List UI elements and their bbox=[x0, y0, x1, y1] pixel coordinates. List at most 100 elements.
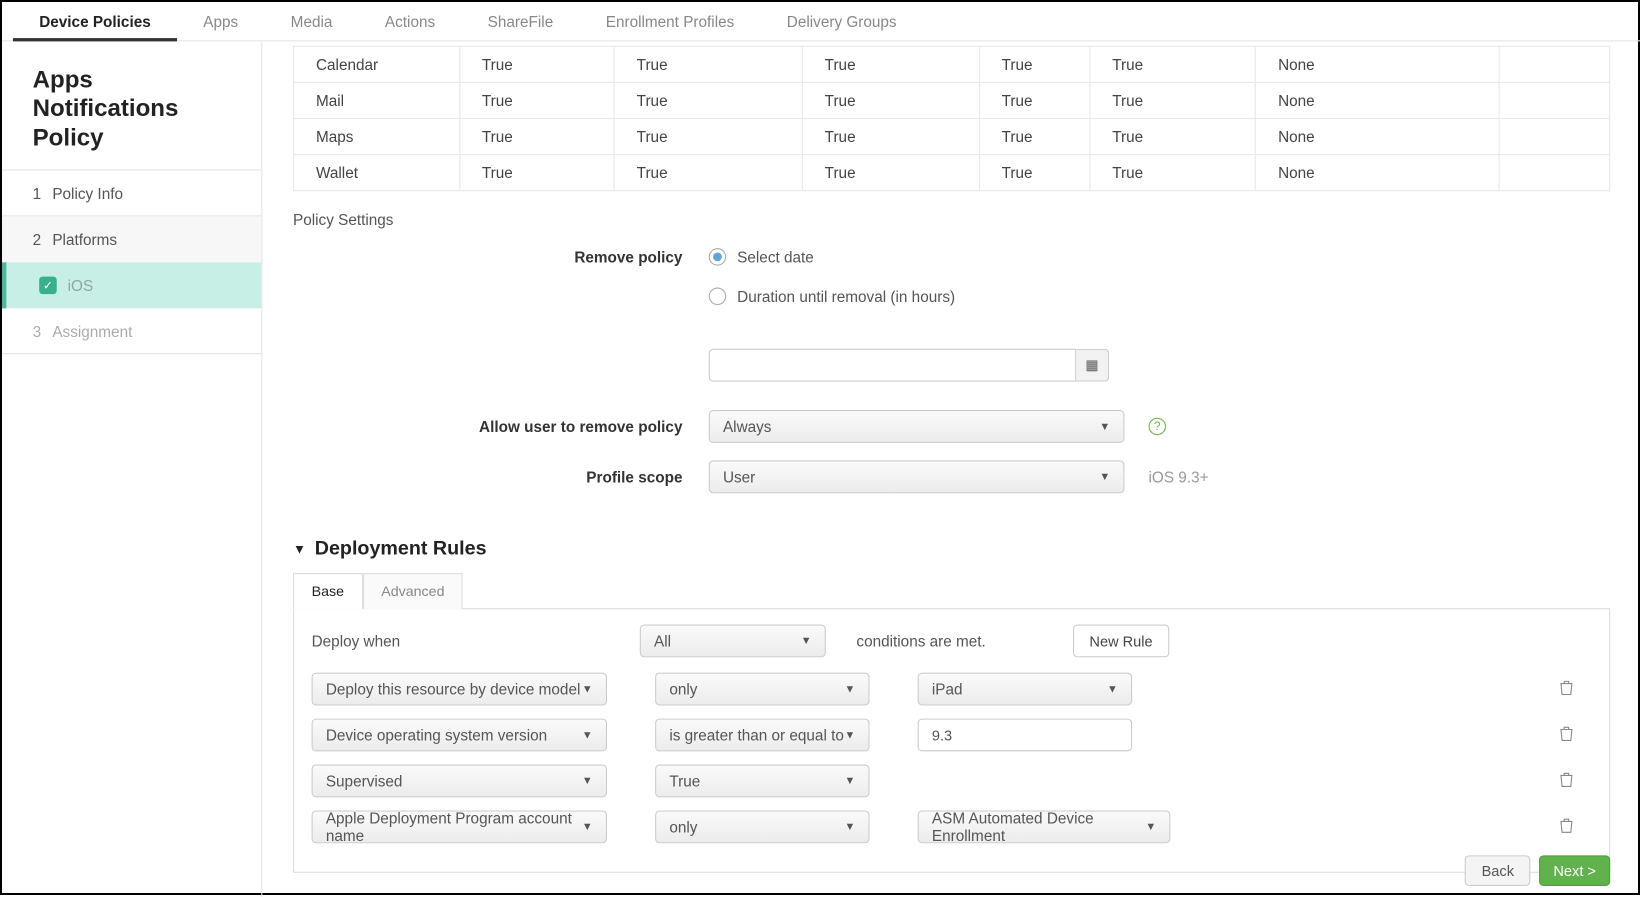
top-tab-media[interactable]: Media bbox=[264, 1, 358, 40]
caret-down-icon: ▼ bbox=[1107, 683, 1118, 695]
caret-down-icon: ▼ bbox=[844, 775, 855, 787]
table-cell: True bbox=[459, 119, 614, 155]
table-cell: True bbox=[614, 119, 802, 155]
table-cell: True bbox=[614, 82, 802, 118]
rule-row: Deploy this resource by device model▼ onl… bbox=[312, 673, 1592, 706]
deployment-rules-title: Deployment Rules bbox=[315, 537, 487, 560]
table-row: CalendarTrueTrueTrueTrueTrueNone bbox=[294, 46, 1610, 82]
tab-base[interactable]: Base bbox=[293, 573, 363, 609]
sidebar: Apps Notifications Policy 1 Policy Info … bbox=[2, 41, 262, 897]
main-content: CalendarTrueTrueTrueTrueTrueNoneMailTrue… bbox=[262, 41, 1640, 897]
calendar-icon: ▦ bbox=[1085, 356, 1098, 374]
help-icon[interactable]: ? bbox=[1149, 418, 1167, 436]
table-cell: True bbox=[614, 46, 802, 82]
radio-select-date[interactable] bbox=[709, 248, 727, 266]
table-cell: Calendar bbox=[294, 46, 460, 82]
table-cell: None bbox=[1256, 82, 1499, 118]
substep-ios[interactable]: ✓ iOS bbox=[2, 263, 261, 309]
deployment-rules-toggle[interactable]: ▼ Deployment Rules bbox=[293, 537, 1610, 560]
table-cell: True bbox=[1090, 46, 1256, 82]
rule-row: Device operating system version▼ is great… bbox=[312, 719, 1592, 752]
deploy-all-select[interactable]: All ▼ bbox=[640, 624, 826, 657]
table-cell: True bbox=[802, 82, 979, 118]
table-cell: True bbox=[979, 155, 1090, 191]
allow-remove-label: Allow user to remove policy bbox=[293, 418, 709, 436]
table-cell bbox=[1499, 119, 1610, 155]
top-tabs: Device PoliciesAppsMediaActionsShareFile… bbox=[2, 2, 1640, 41]
deploy-when-label: Deploy when bbox=[312, 632, 640, 650]
check-icon: ✓ bbox=[39, 277, 57, 295]
radio-duration-label: Duration until removal (in hours) bbox=[737, 288, 955, 306]
tab-advanced[interactable]: Advanced bbox=[363, 573, 463, 609]
profile-scope-hint: iOS 9.3+ bbox=[1149, 468, 1209, 486]
next-button[interactable]: Next > bbox=[1539, 855, 1610, 886]
caret-down-icon: ▼ bbox=[582, 775, 593, 787]
rule-value-select[interactable]: ASM Automated Device Enrollment▼ bbox=[918, 810, 1171, 843]
caret-down-icon: ▼ bbox=[293, 541, 306, 556]
allow-remove-select[interactable]: Always ▼ bbox=[709, 410, 1125, 443]
table-cell: Maps bbox=[294, 119, 460, 155]
page-title: Apps Notifications Policy bbox=[2, 41, 261, 170]
step-platforms[interactable]: 2 Platforms bbox=[2, 217, 261, 263]
rule-operator-select[interactable]: is greater than or equal to▼ bbox=[655, 719, 869, 752]
profile-scope-select[interactable]: User ▼ bbox=[709, 460, 1125, 493]
table-cell: True bbox=[979, 119, 1090, 155]
caret-down-icon: ▼ bbox=[1145, 821, 1156, 833]
back-button[interactable]: Back bbox=[1465, 855, 1530, 886]
step-policy-info[interactable]: 1 Policy Info bbox=[2, 171, 261, 217]
delete-rule-icon[interactable] bbox=[1559, 680, 1592, 699]
top-tab-enrollment-profiles[interactable]: Enrollment Profiles bbox=[579, 1, 760, 40]
table-cell: True bbox=[802, 155, 979, 191]
rule-field-select[interactable]: Supervised▼ bbox=[312, 765, 607, 798]
top-tab-actions[interactable]: Actions bbox=[359, 1, 462, 40]
rule-row: Supervised▼ True▼ bbox=[312, 765, 1592, 798]
table-cell: Mail bbox=[294, 82, 460, 118]
caret-down-icon: ▼ bbox=[582, 821, 593, 833]
table-row: WalletTrueTrueTrueTrueTrueNone bbox=[294, 155, 1610, 191]
table-row: MailTrueTrueTrueTrueTrueNone bbox=[294, 82, 1610, 118]
new-rule-button[interactable]: New Rule bbox=[1073, 624, 1169, 657]
calendar-button[interactable]: ▦ bbox=[1076, 349, 1109, 382]
table-cell: True bbox=[802, 46, 979, 82]
caret-down-icon: ▼ bbox=[1099, 471, 1110, 483]
table-cell bbox=[1499, 46, 1610, 82]
profile-scope-label: Profile scope bbox=[293, 468, 709, 486]
rule-field-select[interactable]: Device operating system version▼ bbox=[312, 719, 607, 752]
rule-operator-select[interactable]: only▼ bbox=[655, 810, 869, 843]
rules-panel: Deploy when All ▼ conditions are met. Ne… bbox=[293, 608, 1610, 873]
top-tab-device-policies[interactable]: Device Policies bbox=[13, 1, 177, 40]
policy-settings-label: Policy Settings bbox=[293, 211, 1610, 229]
rule-operator-select[interactable]: only▼ bbox=[655, 673, 869, 706]
top-tab-sharefile[interactable]: ShareFile bbox=[461, 1, 579, 40]
table-cell: True bbox=[802, 119, 979, 155]
top-tab-apps[interactable]: Apps bbox=[177, 1, 264, 40]
caret-down-icon: ▼ bbox=[844, 683, 855, 695]
remove-policy-label: Remove policy bbox=[293, 248, 709, 266]
rule-field-select[interactable]: Apple Deployment Program account name▼ bbox=[312, 810, 607, 843]
rule-operator-select[interactable]: True▼ bbox=[655, 765, 869, 798]
notifications-table: CalendarTrueTrueTrueTrueTrueNoneMailTrue… bbox=[293, 46, 1610, 192]
caret-down-icon: ▼ bbox=[582, 729, 593, 741]
delete-rule-icon[interactable] bbox=[1559, 818, 1592, 837]
step-assignment[interactable]: 3 Assignment bbox=[2, 309, 261, 355]
rule-value-input[interactable] bbox=[918, 719, 1132, 752]
table-cell: None bbox=[1256, 119, 1499, 155]
radio-duration[interactable] bbox=[709, 288, 727, 306]
table-cell: None bbox=[1256, 155, 1499, 191]
delete-rule-icon[interactable] bbox=[1559, 726, 1592, 745]
rule-value-select[interactable]: iPad▼ bbox=[918, 673, 1132, 706]
caret-down-icon: ▼ bbox=[801, 635, 812, 647]
table-cell: True bbox=[459, 82, 614, 118]
table-cell: True bbox=[459, 155, 614, 191]
date-input[interactable] bbox=[709, 349, 1077, 382]
table-cell: True bbox=[1090, 82, 1256, 118]
caret-down-icon: ▼ bbox=[1099, 420, 1110, 432]
table-cell: None bbox=[1256, 46, 1499, 82]
table-cell: True bbox=[979, 82, 1090, 118]
rule-field-select[interactable]: Deploy this resource by device model▼ bbox=[312, 673, 607, 706]
delete-rule-icon[interactable] bbox=[1559, 772, 1592, 791]
table-cell bbox=[1499, 82, 1610, 118]
top-tab-delivery-groups[interactable]: Delivery Groups bbox=[761, 1, 923, 40]
caret-down-icon: ▼ bbox=[844, 821, 855, 833]
table-cell: True bbox=[614, 155, 802, 191]
